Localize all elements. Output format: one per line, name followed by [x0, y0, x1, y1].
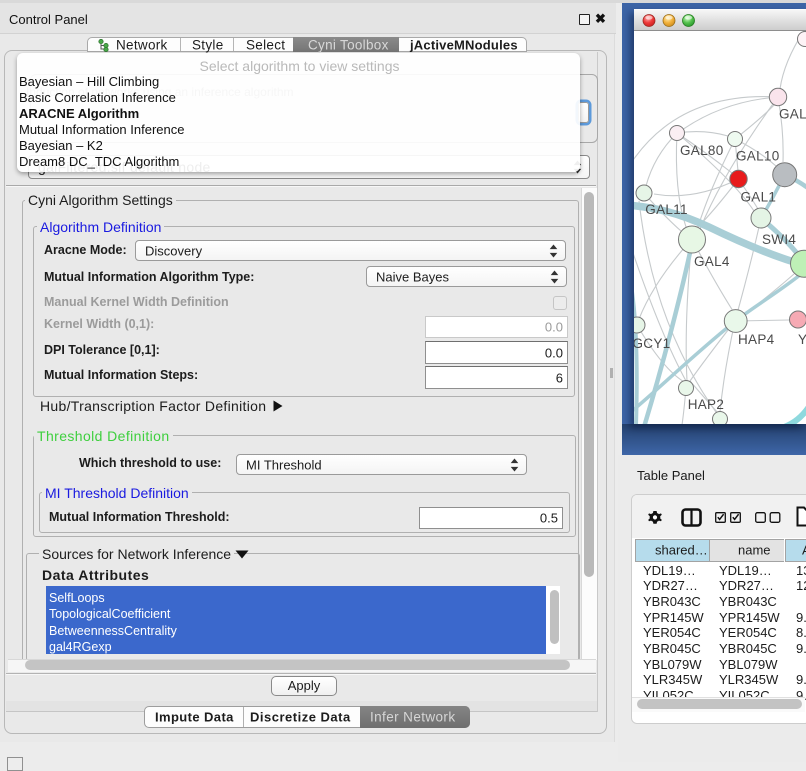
svg-text:YJL: YJL [798, 332, 806, 347]
svg-text:GAL11: GAL11 [645, 202, 688, 217]
svg-text:GAL10: GAL10 [736, 149, 780, 164]
svg-text:HAP2: HAP2 [688, 397, 724, 412]
svg-text:SWI4: SWI4 [762, 232, 796, 247]
svg-text:GAL2: GAL2 [779, 107, 806, 122]
svg-text:GAL4: GAL4 [694, 254, 730, 269]
svg-text:GAL1: GAL1 [741, 190, 777, 205]
svg-text:HAP4: HAP4 [738, 332, 775, 347]
svg-text:GCY1: GCY1 [634, 336, 670, 351]
svg-text:GAL80: GAL80 [680, 143, 724, 158]
